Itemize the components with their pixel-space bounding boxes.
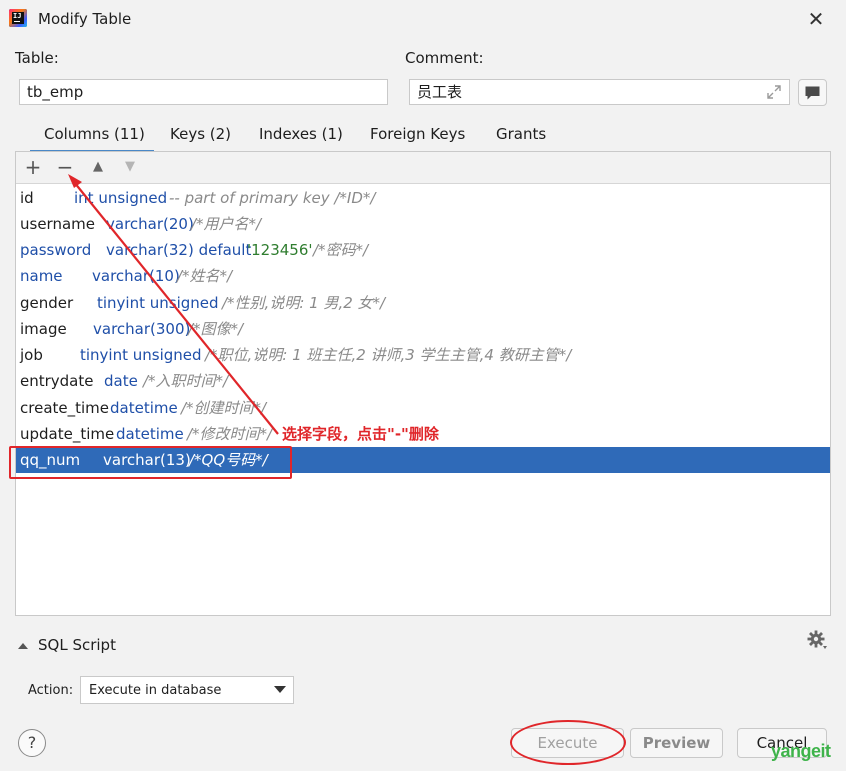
gear-icon[interactable] xyxy=(806,629,828,651)
table-row[interactable]: gender tinyint unsigned /*性别,说明: 1 男,2 女… xyxy=(16,290,830,316)
table-row[interactable]: username varchar(20) /*用户名*/ xyxy=(16,211,830,237)
table-row[interactable]: job tinyint unsigned /*职位,说明: 1 班主任,2 讲师… xyxy=(16,342,830,368)
tab-keys[interactable]: Keys (2) xyxy=(170,125,231,143)
intellij-app-icon: IJ xyxy=(9,9,27,27)
sql-script-toggle[interactable]: SQL Script xyxy=(18,636,116,654)
move-up-icon[interactable]: ▲ xyxy=(87,156,109,178)
action-label: Action: xyxy=(28,683,74,698)
table-label: Table: xyxy=(15,49,59,67)
sql-script-label: SQL Script xyxy=(38,636,116,654)
table-row[interactable]: name varchar(10) /*姓名*/ xyxy=(16,263,830,289)
tab-columns[interactable]: Columns (11) xyxy=(44,125,145,143)
comment-editor-button[interactable] xyxy=(798,79,827,106)
tab-grants[interactable]: Grants xyxy=(496,125,546,143)
watermark-logo: yangeit xyxy=(771,741,831,761)
move-down-icon[interactable]: ▼ xyxy=(119,156,141,178)
collapse-triangle-icon xyxy=(18,642,28,649)
table-row[interactable]: entrydate date /*入职时间*/ xyxy=(16,368,830,394)
preview-button[interactable]: Preview xyxy=(630,728,723,758)
tab-indexes[interactable]: Indexes (1) xyxy=(259,125,343,143)
remove-column-icon[interactable]: − xyxy=(54,156,76,178)
add-column-icon[interactable]: + xyxy=(22,156,44,178)
annotation-highlight-box xyxy=(9,446,292,479)
speech-bubble-icon xyxy=(805,86,820,100)
help-button[interactable]: ? xyxy=(18,729,46,757)
window-title: Modify Table xyxy=(38,10,132,28)
table-row[interactable]: id int unsigned -- part of primary key /… xyxy=(16,185,830,211)
expand-icon[interactable] xyxy=(765,83,783,101)
chevron-down-icon xyxy=(274,686,286,693)
comment-label: Comment: xyxy=(405,49,484,67)
table-row[interactable]: image varchar(300) /*图像*/ xyxy=(16,316,830,342)
tab-foreign-keys[interactable]: Foreign Keys xyxy=(370,125,465,143)
table-name-input[interactable]: tb_emp xyxy=(19,79,388,105)
comment-input[interactable]: 员工表 xyxy=(409,79,790,105)
table-row[interactable]: password varchar(32) default '123456' /*… xyxy=(16,237,830,263)
close-icon[interactable]: ✕ xyxy=(804,8,828,30)
annotation-text: 选择字段，点击"-"删除 xyxy=(282,425,439,443)
action-select[interactable]: Execute in database xyxy=(80,676,294,704)
annotation-ellipse xyxy=(510,720,626,765)
table-row[interactable]: create_time datetime /*创建时间*/ xyxy=(16,395,830,421)
